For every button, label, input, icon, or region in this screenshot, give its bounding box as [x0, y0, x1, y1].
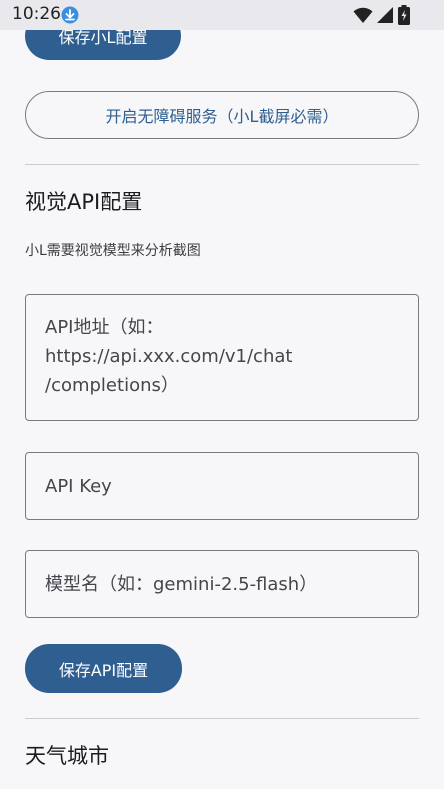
- wifi-icon: [353, 7, 373, 23]
- battery-charging-icon: [398, 5, 410, 25]
- api-url-placeholder: API地址（如： https://api.xxx.com/v1/chat /co…: [45, 317, 293, 396]
- api-key-placeholder: API Key: [45, 476, 112, 497]
- model-name-placeholder: 模型名（如：gemini-2.5-flash）: [45, 574, 318, 595]
- api-key-field[interactable]: API Key: [25, 452, 419, 520]
- divider: [25, 164, 419, 165]
- signal-icon: [377, 7, 393, 23]
- enable-accessibility-label: 开启无障碍服务（小L截屏必需）: [105, 107, 339, 126]
- vision-api-hint: 小L需要视觉模型来分析截图: [25, 243, 201, 259]
- status-time: 10:26: [12, 4, 61, 24]
- weather-city-title: 天气城市: [25, 744, 109, 768]
- download-icon: [61, 6, 79, 24]
- enable-accessibility-button[interactable]: 开启无障碍服务（小L截屏必需）: [25, 91, 419, 139]
- vision-api-title: 视觉API配置: [25, 190, 143, 214]
- status-bar: 10:26: [0, 0, 444, 30]
- api-url-field[interactable]: API地址（如： https://api.xxx.com/v1/chat /co…: [25, 294, 419, 421]
- save-api-config-button[interactable]: 保存API配置: [25, 644, 182, 693]
- save-api-config-label: 保存API配置: [58, 660, 149, 680]
- model-name-field[interactable]: 模型名（如：gemini-2.5-flash）: [25, 550, 419, 618]
- divider: [25, 718, 419, 719]
